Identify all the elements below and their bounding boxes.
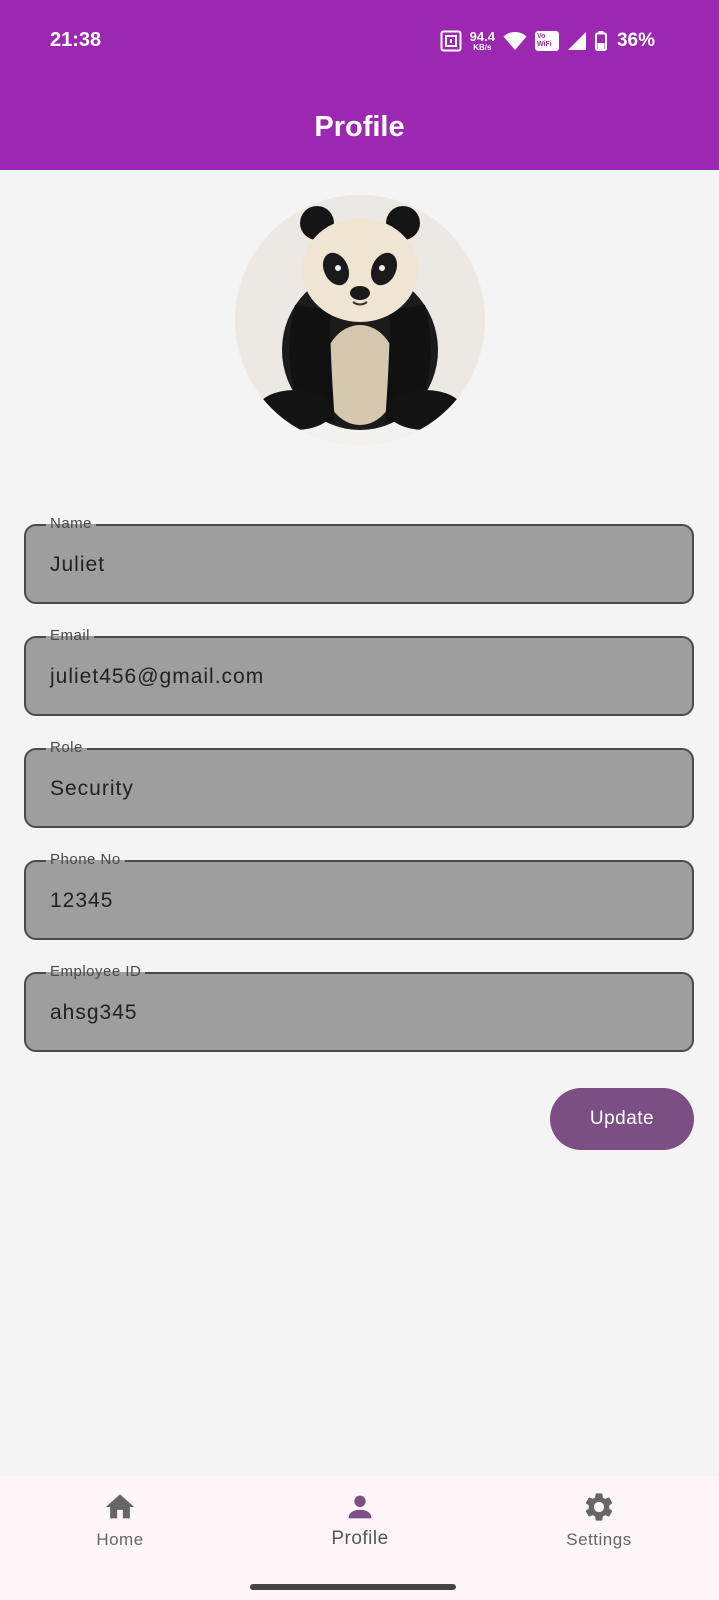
nav-label-home: Home: [96, 1530, 144, 1549]
battery-percentage: 36%: [616, 30, 655, 51]
status-bar: 21:38 94.4 KB/s Vo WiFi 36%: [0, 0, 719, 85]
vowifi-line1: Vo: [536, 33, 546, 40]
home-icon: [105, 1494, 135, 1519]
vowifi-line2: WiFi: [536, 41, 552, 48]
status-icons: 94.4 KB/s Vo WiFi 36%: [440, 28, 655, 54]
phone-field-value[interactable]: 12345: [50, 889, 113, 913]
role-field[interactable]: Role Security: [24, 738, 694, 828]
name-field-value[interactable]: Juliet: [50, 553, 105, 577]
role-field-value[interactable]: Security: [50, 777, 134, 801]
nav-item-home[interactable]: Home: [0, 1476, 240, 1576]
page-title: Profile: [314, 111, 405, 143]
nav-label-settings: Settings: [566, 1530, 632, 1549]
app-bar: Profile: [0, 85, 719, 170]
name-field-label: Name: [46, 514, 97, 534]
phone-field-label: Phone No: [46, 850, 125, 870]
role-field-label: Role: [46, 738, 87, 758]
gesture-bar[interactable]: [250, 1584, 456, 1590]
phone-field[interactable]: Phone No 12345: [24, 850, 694, 940]
nav-label-profile: Profile: [331, 1528, 389, 1549]
network-speed-unit: KB/s: [473, 43, 492, 52]
network-speed: 94.4 KB/s: [470, 30, 495, 52]
email-field[interactable]: Email juliet456@gmail.com: [24, 626, 694, 716]
panda-illustration: [235, 195, 485, 445]
nav-item-settings[interactable]: Settings: [479, 1476, 719, 1576]
name-field[interactable]: Name Juliet: [24, 514, 694, 604]
network-speed-value: 94.4: [469, 29, 495, 44]
wifi-icon: [503, 32, 527, 50]
status-time: 21:38: [50, 29, 102, 51]
bottom-navigation: Home Profile Settings: [0, 1476, 719, 1600]
nfc-icon: [440, 30, 462, 52]
email-field-label: Email: [46, 626, 95, 646]
vowifi-icon: Vo WiFi: [534, 31, 559, 51]
gear-icon: [585, 1493, 613, 1521]
person-icon: [348, 1495, 372, 1519]
nav-item-profile[interactable]: Profile: [240, 1476, 480, 1576]
employee-id-field[interactable]: Employee ID ahsg345: [24, 962, 694, 1052]
employee-id-field-label: Employee ID: [46, 962, 146, 982]
update-button[interactable]: Update: [550, 1088, 694, 1150]
battery-icon: [594, 31, 607, 51]
cellular-signal-icon: [567, 32, 586, 50]
email-field-value[interactable]: juliet456@gmail.com: [50, 665, 264, 689]
profile-avatar[interactable]: [235, 195, 485, 445]
employee-id-field-value[interactable]: ahsg345: [50, 1001, 138, 1025]
